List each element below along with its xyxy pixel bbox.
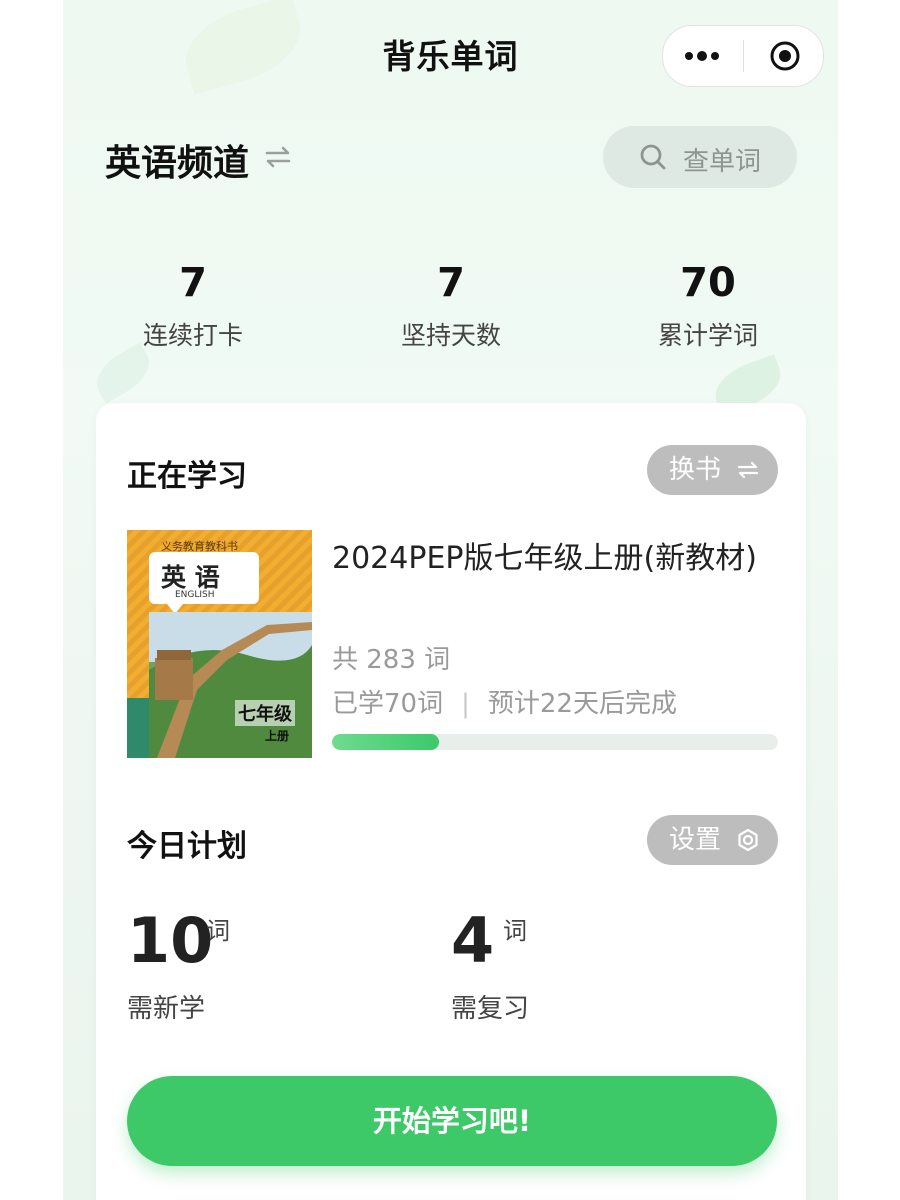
stat-value: 7: [179, 260, 207, 306]
settings-label: 设置: [669, 825, 722, 855]
settings-icon: [738, 828, 758, 852]
search-button[interactable]: 查单词: [603, 126, 797, 188]
channel-switch[interactable]: 英语频道: [103, 134, 252, 186]
switch-book-button[interactable]: 换书: [647, 445, 778, 495]
stat-value: 70: [680, 260, 736, 306]
cover-subject-en: ENGLISH: [175, 590, 215, 600]
plan-section-title: 今日计划: [125, 821, 249, 865]
new-words-label: 需新学: [127, 994, 206, 1024]
study-card: 正在学习 换书 义务教育教科书 英 语 ENGLISH 七年级 上册 2024P…: [96, 403, 806, 1200]
cover-volume: 上册: [265, 729, 290, 743]
search-icon: [640, 144, 666, 170]
review-words-label: 需复习: [451, 994, 530, 1024]
more-icon[interactable]: [683, 48, 723, 64]
progress-separator: |: [461, 689, 470, 719]
switch-book-label: 换书: [669, 455, 722, 485]
swap-icon[interactable]: [263, 144, 293, 170]
stat-value: 7: [437, 260, 465, 306]
book-title[interactable]: 2024PEP版七年级上册(新教材): [332, 535, 782, 583]
swap-icon: [737, 461, 759, 479]
search-label: 查单词: [683, 147, 762, 177]
progress-bar: [332, 734, 778, 750]
start-learning-button[interactable]: 开始学习吧!: [127, 1076, 777, 1166]
stat-label: 累计学词: [657, 321, 758, 350]
stat-streak: 7 连续打卡: [93, 260, 293, 352]
cover-subject: 英 语: [161, 563, 220, 592]
stat-days: 7 坚持天数: [351, 260, 551, 352]
stat-label: 坚持天数: [400, 321, 501, 350]
cover-grade: 七年级: [235, 700, 295, 726]
review-words-count: 4: [451, 904, 495, 977]
book-progress-text: 已学70词 | 预计22天后完成: [332, 683, 677, 720]
capsule-divider: [743, 40, 744, 72]
channel-title: 英语频道: [105, 143, 250, 184]
book-total-words: 共 283 词: [332, 645, 451, 675]
stat-words: 70 累计学词: [608, 260, 808, 352]
new-words-count: 10: [127, 904, 214, 977]
section-title-text: 今日计划: [127, 829, 247, 864]
studying-section-title: 正在学习: [125, 451, 249, 495]
review-words-unit: 词: [503, 917, 527, 945]
new-words-unit: 词: [206, 917, 230, 945]
stat-label: 连续打卡: [142, 321, 243, 350]
cover-header: 义务教育教科书: [161, 540, 238, 553]
app-screen: 背乐单词 英语频道 查单词 7 连续打卡 7 坚持天数 70 累计学词 正在学习…: [63, 0, 838, 1200]
section-title-text: 正在学习: [127, 459, 247, 494]
book-cover[interactable]: 义务教育教科书 英 语 ENGLISH 七年级 上册: [127, 530, 312, 758]
miniprogram-capsule: [662, 25, 824, 87]
learned-count: 已学70词: [332, 689, 444, 719]
close-target-icon[interactable]: [769, 40, 801, 72]
settings-button[interactable]: 设置: [647, 815, 778, 865]
eta-text: 预计22天后完成: [487, 689, 677, 719]
progress-fill: [332, 734, 440, 750]
